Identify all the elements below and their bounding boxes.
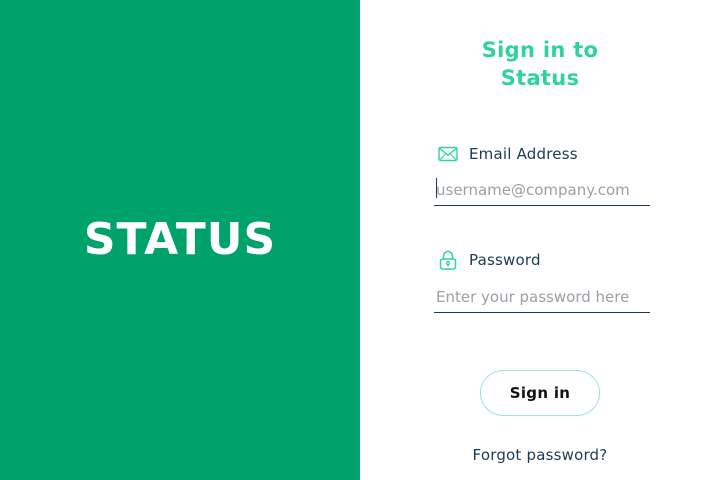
title-line-1: Sign in to [481, 38, 599, 62]
brand-logo: STATUS [83, 213, 277, 265]
forgot-password-link[interactable]: Forgot password? [360, 446, 720, 464]
envelope-icon [438, 144, 458, 164]
email-label-row: Email Address [438, 144, 578, 164]
page-title: Sign in to Status [360, 36, 720, 92]
lock-icon [438, 250, 458, 270]
password-label: Password [469, 251, 541, 269]
password-field[interactable] [434, 281, 650, 313]
sign-in-panel: Sign in to Status Email Address Password [360, 0, 720, 480]
email-label: Email Address [469, 145, 578, 163]
brand-panel: STATUS [0, 0, 360, 480]
text-caret [436, 178, 437, 198]
title-line-2: Status [500, 66, 580, 90]
sign-in-button[interactable]: Sign in [480, 370, 600, 416]
password-label-row: Password [438, 250, 541, 270]
email-field[interactable] [434, 174, 650, 206]
